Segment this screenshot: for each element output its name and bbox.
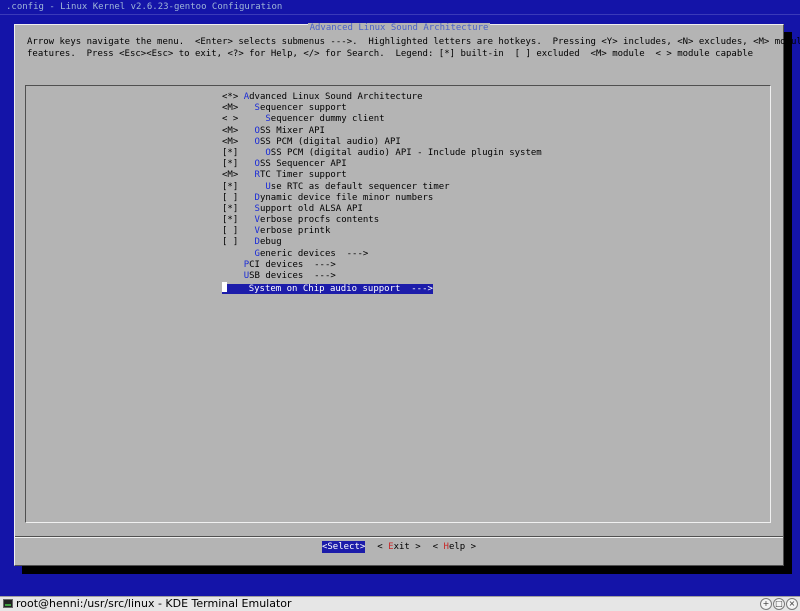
item-label: equencer dummy client (270, 114, 385, 125)
item-prefix: [*] (222, 203, 255, 214)
menu-item-soc-audio-support[interactable]: System on Chip audio support ---> (222, 282, 542, 295)
menu-item-usb-devices[interactable]: USB devices ---> (222, 271, 542, 282)
item-label: TC Timer support (259, 170, 347, 181)
item-prefix: [*] (222, 215, 255, 226)
item-label: erbose procfs contents (259, 215, 380, 226)
terminal-app-icon (3, 599, 13, 608)
item-label: SS Mixer API (259, 125, 325, 136)
menu-box: <*> Advanced Linux Sound Architecture <M… (25, 85, 771, 523)
close-icon[interactable]: × (786, 598, 798, 610)
help-text: Arrow keys navigate the menu. <Enter> se… (27, 36, 800, 60)
window-taskbar: root@henni:/usr/src/linux - KDE Terminal… (0, 596, 800, 611)
menu-item-oss-pcm-api[interactable]: <M> OSS PCM (digital audio) API (222, 137, 542, 148)
button-divider (15, 536, 783, 538)
item-label: equencer support (259, 103, 347, 114)
item-label: SS PCM (digital audio) API (259, 136, 401, 147)
menu-item-advanced-linux-sound-architecture[interactable]: <*> Advanced Linux Sound Architecture (222, 92, 542, 103)
item-prefix (222, 249, 255, 259)
item-label: SS Sequencer API (259, 159, 347, 170)
terminal-title: .config - Linux Kernel v2.6.23-gentoo Co… (6, 2, 283, 12)
select-button-label: Select (327, 542, 360, 552)
item-label: eneric devices ---> (259, 248, 369, 259)
menu-item-oss-mixer-api[interactable]: <M> OSS Mixer API (222, 126, 542, 137)
menu-item-rtc-timer-support[interactable]: <M> RTC Timer support (222, 170, 542, 181)
terminal-title-rule (0, 14, 800, 15)
item-prefix: [ ] (222, 226, 255, 237)
menu-item-pci-devices[interactable]: PCI devices ---> (222, 260, 542, 271)
item-label: ebug (259, 237, 282, 248)
item-prefix: [*] (222, 159, 255, 170)
menu-item-oss-pcm-plugin-system[interactable]: [*] OSS PCM (digital audio) API - Includ… (222, 148, 542, 159)
select-button[interactable]: <Select> (321, 541, 366, 553)
menu-item-use-rtc-default-timer[interactable]: [*] Use RTC as default sequencer timer (222, 182, 542, 193)
menu-item-debug[interactable]: [ ] Debug (222, 237, 542, 248)
menu-item-sequencer-dummy-client[interactable]: < > Sequencer dummy client (222, 114, 542, 125)
help-line-2: features. Press <Esc><Esc> to exit, <?> … (27, 49, 754, 59)
menu-item-verbose-procfs[interactable]: [*] Verbose procfs contents (222, 215, 542, 226)
item-prefix: [ ] (222, 237, 255, 248)
menu-item-dynamic-device-minors[interactable]: [ ] Dynamic device file minor numbers (222, 193, 542, 204)
menu-item-sequencer-support[interactable]: <M> Sequencer support (222, 103, 542, 114)
window-controls: + □ × (760, 598, 798, 610)
menu-item-verbose-printk[interactable]: [ ] Verbose printk (222, 226, 542, 237)
help-line-1: Arrow keys navigate the menu. <Enter> se… (27, 37, 800, 47)
item-label: upport old ALSA API (259, 203, 363, 214)
menu-item-generic-devices[interactable]: Generic devices ---> (222, 249, 542, 260)
dialog-title: Advanced Linux Sound Architecture (15, 19, 783, 33)
item-prefix (222, 260, 244, 270)
item-prefix: <M> (222, 170, 255, 181)
item-label: dvanced Linux Sound Architecture (249, 92, 423, 102)
item-prefix: [*] (222, 147, 266, 158)
item-label: erbose printk (259, 226, 331, 237)
menu-list: <*> Advanced Linux Sound Architecture <M… (222, 92, 542, 295)
item-prefix: [ ] (222, 192, 255, 203)
item-label: SB devices ---> (249, 271, 336, 281)
item-prefix (222, 271, 244, 281)
item-label: SS PCM (digital audio) API - Include plu… (270, 147, 542, 158)
dialog-title-text: Advanced Linux Sound Architecture (307, 23, 491, 33)
item-prefix: <M> (222, 103, 255, 114)
item-label: ystem on Chip audio support ---> (254, 284, 433, 295)
exit-button[interactable]: < Exit > (377, 541, 420, 553)
item-prefix: <M> (222, 125, 255, 136)
item-label: se RTC as default sequencer timer (270, 181, 450, 192)
item-label: ynamic device file minor numbers (259, 192, 434, 203)
help-button[interactable]: < Help > (433, 541, 476, 553)
menu-item-support-old-alsa-api[interactable]: [*] Support old ALSA API (222, 204, 542, 215)
button-bar: <Select> < Exit > < Help > (15, 541, 783, 553)
minimize-icon[interactable]: + (760, 598, 772, 610)
item-label: CI devices ---> (249, 259, 336, 270)
menuconfig-dialog: Advanced Linux Sound Architecture Arrow … (14, 23, 800, 566)
window-title: root@henni:/usr/src/linux - KDE Terminal… (16, 597, 292, 610)
menu-item-oss-sequencer-api[interactable]: [*] OSS Sequencer API (222, 159, 542, 170)
item-prefix: < > (222, 114, 266, 125)
item-prefix: <*> (222, 92, 244, 102)
maximize-icon[interactable]: □ (773, 598, 785, 610)
item-prefix: [*] (222, 181, 266, 192)
item-prefix (227, 284, 249, 294)
item-prefix: <M> (222, 136, 255, 147)
